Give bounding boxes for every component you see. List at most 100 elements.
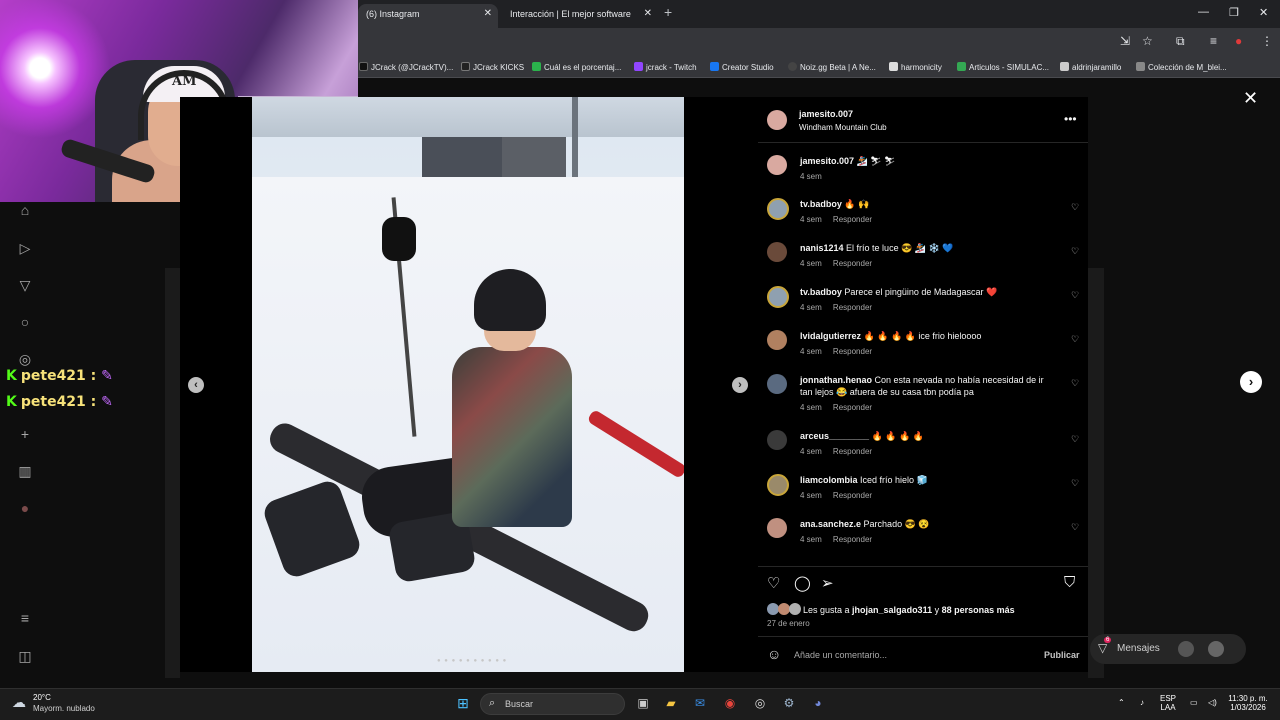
comment-text: arceus________ 🔥 🔥 🔥 🔥 <box>800 431 924 441</box>
create-icon[interactable]: + <box>16 426 34 442</box>
bookmark-item[interactable]: Noiz.gg Beta | A Ne... <box>788 62 876 72</box>
bookmark-item[interactable]: JCrack KICKS <box>461 62 524 72</box>
clock[interactable]: 11:30 p. m. 1/03/2026 <box>1226 694 1270 712</box>
like-comment-icon[interactable]: ♡ <box>1071 478 1079 489</box>
direct-icon[interactable]: ▽ <box>16 277 34 294</box>
search-icon[interactable]: ○ <box>16 314 34 330</box>
comment-meta: 4 sem Responder <box>800 447 873 456</box>
file-explorer-icon[interactable]: ▰ <box>662 694 680 712</box>
windows-start-icon[interactable]: ⊞ <box>454 694 472 712</box>
like-comment-icon[interactable]: ♡ <box>1071 334 1079 345</box>
outlook-icon[interactable]: ✉ <box>691 694 709 712</box>
avatar[interactable] <box>767 286 789 308</box>
meta-icon[interactable]: ◫ <box>16 648 34 665</box>
profile-icon[interactable]: ● <box>1235 34 1242 48</box>
close-tab-icon[interactable]: ✕ <box>484 4 492 24</box>
close-modal-icon[interactable]: ✕ <box>1243 88 1258 109</box>
bookmark-item[interactable]: harmonicity <box>889 62 942 72</box>
likes-summary: Les gusta a jhojan_salgado311 y 88 perso… <box>803 605 1015 615</box>
task-view-icon[interactable]: ▣ <box>634 694 652 712</box>
site-icon <box>788 62 797 71</box>
more-menu-icon[interactable]: ≡ <box>16 610 34 626</box>
network-icon[interactable]: ▭ <box>1190 698 1198 707</box>
share-icon[interactable]: ➢ <box>821 574 834 592</box>
caption: jamesito.007 🏂 ⛷ ⛷ <box>800 156 896 166</box>
kick-badge-icon: K <box>6 368 17 384</box>
install-app-icon[interactable]: ⇲ <box>1120 34 1130 48</box>
menu-icon[interactable]: ⋮ <box>1261 34 1273 48</box>
like-comment-icon[interactable]: ♡ <box>1071 290 1079 301</box>
bookmark-star-icon[interactable]: ☆ <box>1142 34 1153 48</box>
bookmark-item[interactable]: jcrack - Twitch <box>634 62 697 72</box>
microphone-icon[interactable]: ♪ <box>1140 698 1144 707</box>
emote-icon: ✎ <box>101 368 113 384</box>
like-comment-icon[interactable]: ♡ <box>1071 202 1079 213</box>
avatar[interactable] <box>767 430 787 450</box>
close-tab-icon[interactable]: ✕ <box>644 4 652 24</box>
weather-icon[interactable]: ☁ <box>12 694 26 711</box>
publish-button[interactable]: Publicar <box>1044 650 1080 660</box>
avatar[interactable] <box>767 474 789 496</box>
post-date: 27 de enero <box>767 619 810 628</box>
comment-input[interactable]: Añade un comentario... <box>794 650 887 660</box>
chat-message: Kpete421 : ✎ <box>6 394 113 410</box>
emoji-picker-icon[interactable]: ☺ <box>767 646 781 662</box>
messages-label: Mensajes <box>1117 643 1160 654</box>
bookmark-item[interactable]: JCrack (@JCrackTV)... <box>359 62 453 72</box>
volume-icon[interactable]: ◁) <box>1208 698 1217 707</box>
bookmark-item[interactable]: Colección de M_blei... <box>1136 62 1227 72</box>
restore-icon[interactable]: ❐ <box>1229 6 1239 19</box>
chrome-icon[interactable]: ◉ <box>721 694 739 712</box>
avatar[interactable] <box>767 374 787 394</box>
save-icon[interactable]: ⛉ <box>1064 574 1075 591</box>
avatar[interactable] <box>767 155 787 175</box>
bookmark-item[interactable]: Cuál es el porcentaj... <box>532 62 621 72</box>
carousel-next-button[interactable]: › <box>732 377 748 393</box>
avatar[interactable] <box>767 242 787 262</box>
comment-icon[interactable]: ◯ <box>794 574 811 592</box>
discord-icon[interactable]: ◕ <box>809 694 827 712</box>
background-feed <box>1088 268 1104 678</box>
like-comment-icon[interactable]: ♡ <box>1071 378 1079 389</box>
tab-instagram[interactable]: (6) Instagram ✕ <box>358 4 498 28</box>
extensions-icon[interactable]: ⧉ <box>1176 34 1185 49</box>
bookmark-item[interactable]: Creator Studio <box>710 62 774 72</box>
dashboard-icon[interactable]: ▥ <box>16 463 34 480</box>
minimize-icon[interactable]: — <box>1198 6 1209 18</box>
avatar <box>1208 641 1224 657</box>
weather-temp[interactable]: 20°C <box>33 693 51 702</box>
like-comment-icon[interactable]: ♡ <box>1071 246 1079 257</box>
new-tab-icon[interactable]: + <box>664 4 672 20</box>
lift-pole <box>572 97 578 187</box>
steam-icon[interactable]: ⚙ <box>780 694 798 712</box>
facebook-icon <box>710 62 719 71</box>
next-post-button[interactable]: › <box>1240 371 1262 393</box>
avatar[interactable] <box>767 198 789 220</box>
tab-interaccion[interactable]: Interacción | El mejor software ✕ <box>502 4 658 28</box>
avatar[interactable] <box>767 110 787 130</box>
obs-icon[interactable]: ◎ <box>751 694 769 712</box>
language-indicator[interactable]: ESP LAA <box>1160 694 1176 712</box>
carousel-prev-button[interactable]: ‹ <box>188 377 204 393</box>
bookmark-item[interactable]: aldrinjaramillo <box>1060 62 1121 72</box>
tray-overflow-icon[interactable]: ⌃ <box>1118 698 1125 707</box>
like-comment-icon[interactable]: ♡ <box>1071 522 1079 533</box>
comment-meta: 4 sem Responder <box>800 347 873 356</box>
reels-icon[interactable]: ▷ <box>16 240 34 257</box>
post-username[interactable]: jamesito.007 <box>799 109 853 119</box>
like-comment-icon[interactable]: ♡ <box>1071 434 1079 445</box>
post-location[interactable]: Windham Mountain Club <box>799 123 887 132</box>
weather-status[interactable]: Mayorm. nublado <box>33 704 95 713</box>
home-icon[interactable]: ⌂ <box>16 202 34 218</box>
explore-icon[interactable]: ◎ <box>16 351 34 368</box>
taskbar-search[interactable]: ⌕ Buscar <box>480 693 625 715</box>
avatar[interactable] <box>767 330 787 350</box>
messages-pill[interactable]: ▽ 6 Mensajes <box>1090 634 1246 664</box>
bookmark-item[interactable]: Articulos - SIMULAC... <box>957 62 1049 72</box>
profile-avatar-icon[interactable]: ● <box>16 500 34 516</box>
close-window-icon[interactable]: ✕ <box>1259 6 1268 19</box>
more-options-icon[interactable]: ••• <box>1064 112 1077 126</box>
reading-list-icon[interactable]: ≡ <box>1210 34 1217 48</box>
like-icon[interactable]: ♡ <box>767 574 780 592</box>
avatar[interactable] <box>767 518 787 538</box>
